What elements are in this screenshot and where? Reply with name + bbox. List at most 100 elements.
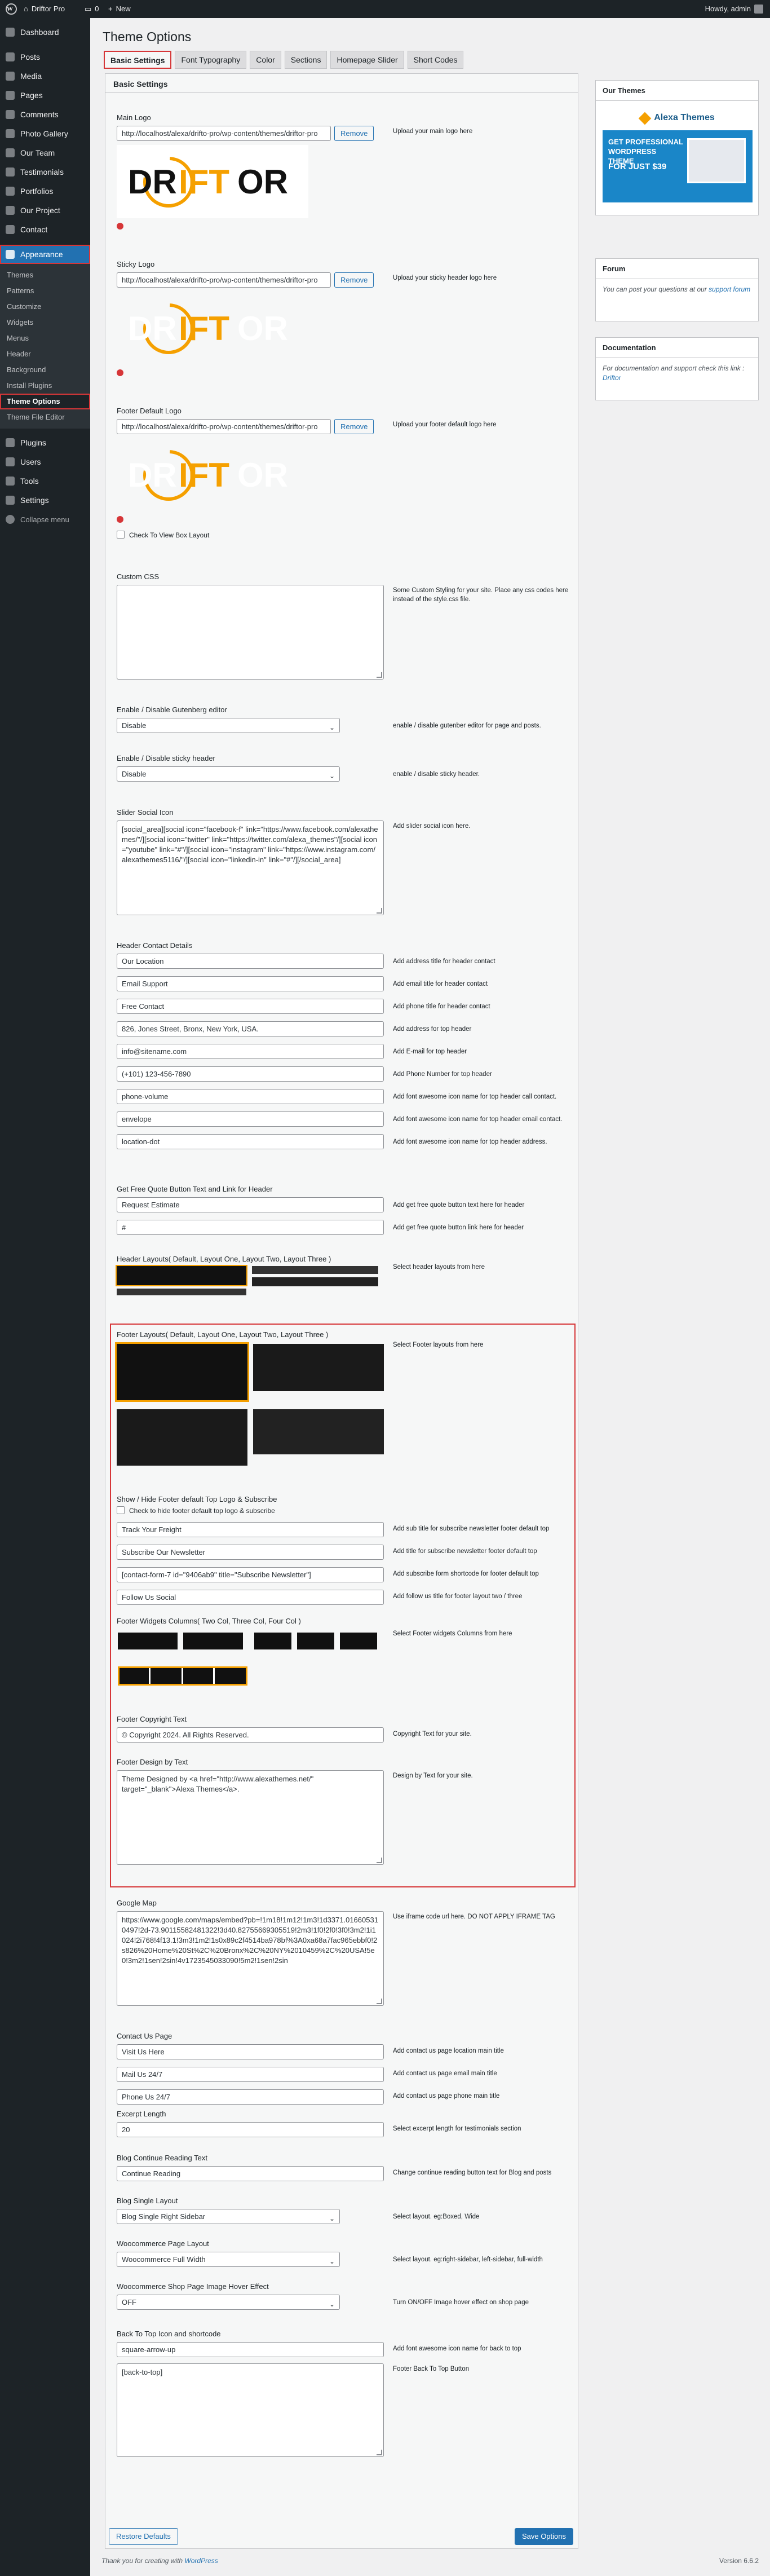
submenu-menus[interactable]: Menus bbox=[0, 330, 90, 346]
footer-top-input[interactable]: [contact-form-7 id="9406ab9" title="Subs… bbox=[117, 1567, 384, 1582]
google-map-textarea[interactable]: https://www.google.com/maps/embed?pb=!1m… bbox=[117, 1911, 384, 2006]
footer-top-input[interactable]: Track Your Freight bbox=[117, 1522, 384, 1537]
menu-comments[interactable]: Comments bbox=[0, 105, 90, 124]
footer-layout-default[interactable] bbox=[115, 1342, 249, 1402]
header-contact-input[interactable]: phone-volume bbox=[117, 1089, 384, 1104]
header-layout-one[interactable] bbox=[252, 1266, 378, 1274]
footer-logo-url-input[interactable]: http://localhost/alexa/drifto-pro/wp-con… bbox=[117, 419, 331, 434]
menu-users[interactable]: Users bbox=[0, 452, 90, 471]
box-layout-checkbox[interactable] bbox=[117, 531, 125, 539]
menu-tools[interactable]: Tools bbox=[0, 471, 90, 491]
submenu-widgets[interactable]: Widgets bbox=[0, 315, 90, 330]
header-contact-input[interactable]: Email Support bbox=[117, 976, 384, 991]
sticky-logo-delete-icon[interactable] bbox=[117, 369, 123, 376]
collapse-menu[interactable]: Collapse menu bbox=[0, 510, 90, 529]
tab-font-typography[interactable]: Font Typography bbox=[175, 51, 247, 69]
footer-top-input[interactable]: Subscribe Our Newsletter bbox=[117, 1545, 384, 1560]
new-content-link[interactable]: + New bbox=[108, 0, 131, 18]
custom-css-textarea[interactable] bbox=[117, 585, 384, 680]
restore-defaults-button[interactable]: Restore Defaults bbox=[109, 2528, 178, 2545]
design-by-textarea[interactable]: Theme Designed by <a href="http://www.al… bbox=[117, 1770, 384, 1865]
back-top-icon-input[interactable]: square-arrow-up bbox=[117, 2342, 384, 2357]
submenu-themes[interactable]: Themes bbox=[0, 267, 90, 283]
submenu-header[interactable]: Header bbox=[0, 346, 90, 362]
tab-short-codes[interactable]: Short Codes bbox=[407, 51, 464, 69]
footer-logo-delete-icon[interactable] bbox=[117, 516, 123, 523]
footer-layout-two[interactable] bbox=[117, 1409, 247, 1466]
header-contact-input[interactable]: (+101) 123-456-7890 bbox=[117, 1066, 384, 1082]
menu-photo-gallery[interactable]: Photo Gallery bbox=[0, 124, 90, 143]
footer-layout-three[interactable] bbox=[253, 1409, 384, 1454]
footer-column-option[interactable] bbox=[297, 1633, 334, 1649]
contact-page-input[interactable]: Visit Us Here bbox=[117, 2044, 384, 2059]
comments-link[interactable]: ▭ 0 bbox=[85, 0, 99, 18]
submenu-customize[interactable]: Customize bbox=[0, 299, 90, 315]
excerpt-input[interactable]: 20 bbox=[117, 2122, 384, 2137]
menu-plugins[interactable]: Plugins bbox=[0, 433, 90, 452]
header-contact-input[interactable]: 826, Jones Street, Bronx, New York, USA. bbox=[117, 1021, 384, 1036]
menu-our-team[interactable]: Our Team bbox=[0, 143, 90, 162]
footer-top-input[interactable]: Follow Us Social bbox=[117, 1590, 384, 1605]
footer-column-option[interactable] bbox=[183, 1633, 243, 1649]
footer-logo-remove-button[interactable]: Remove bbox=[334, 419, 374, 434]
footer-layout-one[interactable] bbox=[253, 1344, 384, 1391]
sticky-logo-remove-button[interactable]: Remove bbox=[334, 272, 374, 288]
submenu-patterns[interactable]: Patterns bbox=[0, 283, 90, 299]
main-logo-url-input[interactable]: http://localhost/alexa/drifto-pro/wp-con… bbox=[117, 126, 331, 141]
slider-social-textarea[interactable]: [social_area][social icon="facebook-f" l… bbox=[117, 821, 384, 915]
menu-portfolios[interactable]: Portfolios bbox=[0, 182, 90, 201]
header-contact-input[interactable]: envelope bbox=[117, 1111, 384, 1127]
footer-column-option[interactable] bbox=[340, 1633, 377, 1649]
wordpress-link[interactable]: WordPress bbox=[184, 2557, 218, 2565]
menu-pages[interactable]: Pages bbox=[0, 86, 90, 105]
my-account-link[interactable]: Howdy, admin bbox=[705, 0, 763, 18]
menu-appearance[interactable]: Appearance bbox=[0, 245, 90, 264]
header-contact-input[interactable]: Free Contact bbox=[117, 999, 384, 1014]
tab-basic-settings[interactable]: Basic Settings bbox=[104, 51, 172, 69]
sticky-header-select[interactable]: Disable ⌄ bbox=[117, 766, 340, 782]
quote-link-input[interactable]: # bbox=[117, 1220, 384, 1235]
contact-page-input[interactable]: Mail Us 24/7 bbox=[117, 2067, 384, 2082]
woo-hover-select[interactable]: OFF ⌄ bbox=[117, 2295, 340, 2310]
support-forum-link[interactable]: support forum bbox=[709, 285, 750, 293]
copyright-input[interactable]: © Copyright 2024. All Rights Reserved. bbox=[117, 1727, 384, 1743]
driftor-doc-link[interactable]: Driftor bbox=[603, 374, 621, 382]
footer-column-four-selected[interactable] bbox=[118, 1666, 247, 1686]
woo-layout-select[interactable]: Woocommerce Full Width ⌄ bbox=[117, 2252, 340, 2267]
blog-read-input[interactable]: Continue Reading bbox=[117, 2166, 384, 2181]
menu-our-project[interactable]: Our Project bbox=[0, 201, 90, 220]
header-layout-two[interactable] bbox=[252, 1277, 378, 1286]
menu-settings[interactable]: Settings bbox=[0, 491, 90, 510]
tab-sections[interactable]: Sections bbox=[284, 51, 328, 69]
submenu-background[interactable]: Background bbox=[0, 362, 90, 378]
submenu-theme-file-editor[interactable]: Theme File Editor bbox=[0, 409, 90, 425]
quote-text-input[interactable]: Request Estimate bbox=[117, 1197, 384, 1212]
header-layout-default[interactable] bbox=[116, 1265, 247, 1286]
tab-color[interactable]: Color bbox=[250, 51, 281, 69]
header-layout-three[interactable] bbox=[117, 1289, 246, 1295]
theme-promo-banner[interactable]: Alexa Themes GET PROFESSIONAL WORDPRESS … bbox=[603, 105, 753, 202]
submenu-theme-options[interactable]: Theme Options bbox=[0, 394, 90, 409]
back-top-shortcode-textarea[interactable]: [back-to-top] bbox=[117, 2363, 384, 2457]
gutenberg-select[interactable]: Disable ⌄ bbox=[117, 718, 340, 733]
sticky-logo-url-input[interactable]: http://localhost/alexa/drifto-pro/wp-con… bbox=[117, 272, 331, 288]
wordpress-logo-icon[interactable]: W bbox=[6, 3, 17, 15]
blog-single-select[interactable]: Blog Single Right Sidebar ⌄ bbox=[117, 2209, 340, 2224]
header-contact-input[interactable]: info@sitename.com bbox=[117, 1044, 384, 1059]
header-contact-input[interactable]: location-dot bbox=[117, 1134, 384, 1149]
contact-page-input[interactable]: Phone Us 24/7 bbox=[117, 2089, 384, 2105]
footer-top-hide-checkbox[interactable] bbox=[117, 1506, 125, 1514]
menu-testimonials[interactable]: Testimonials bbox=[0, 162, 90, 182]
submenu-install-plugins[interactable]: Install Plugins bbox=[0, 378, 90, 394]
main-logo-remove-button[interactable]: Remove bbox=[334, 126, 374, 141]
tab-homepage-slider[interactable]: Homepage Slider bbox=[330, 51, 404, 69]
menu-media[interactable]: Media bbox=[0, 67, 90, 86]
site-name-link[interactable]: ⌂ Driftor Pro bbox=[24, 0, 65, 18]
menu-posts[interactable]: Posts bbox=[0, 47, 90, 67]
footer-column-option[interactable] bbox=[118, 1633, 178, 1649]
menu-dashboard[interactable]: Dashboard bbox=[0, 23, 90, 42]
footer-column-option[interactable] bbox=[254, 1633, 291, 1649]
save-options-button[interactable]: Save Options bbox=[514, 2528, 573, 2545]
header-contact-input[interactable]: Our Location bbox=[117, 954, 384, 969]
main-logo-delete-icon[interactable] bbox=[117, 223, 123, 230]
